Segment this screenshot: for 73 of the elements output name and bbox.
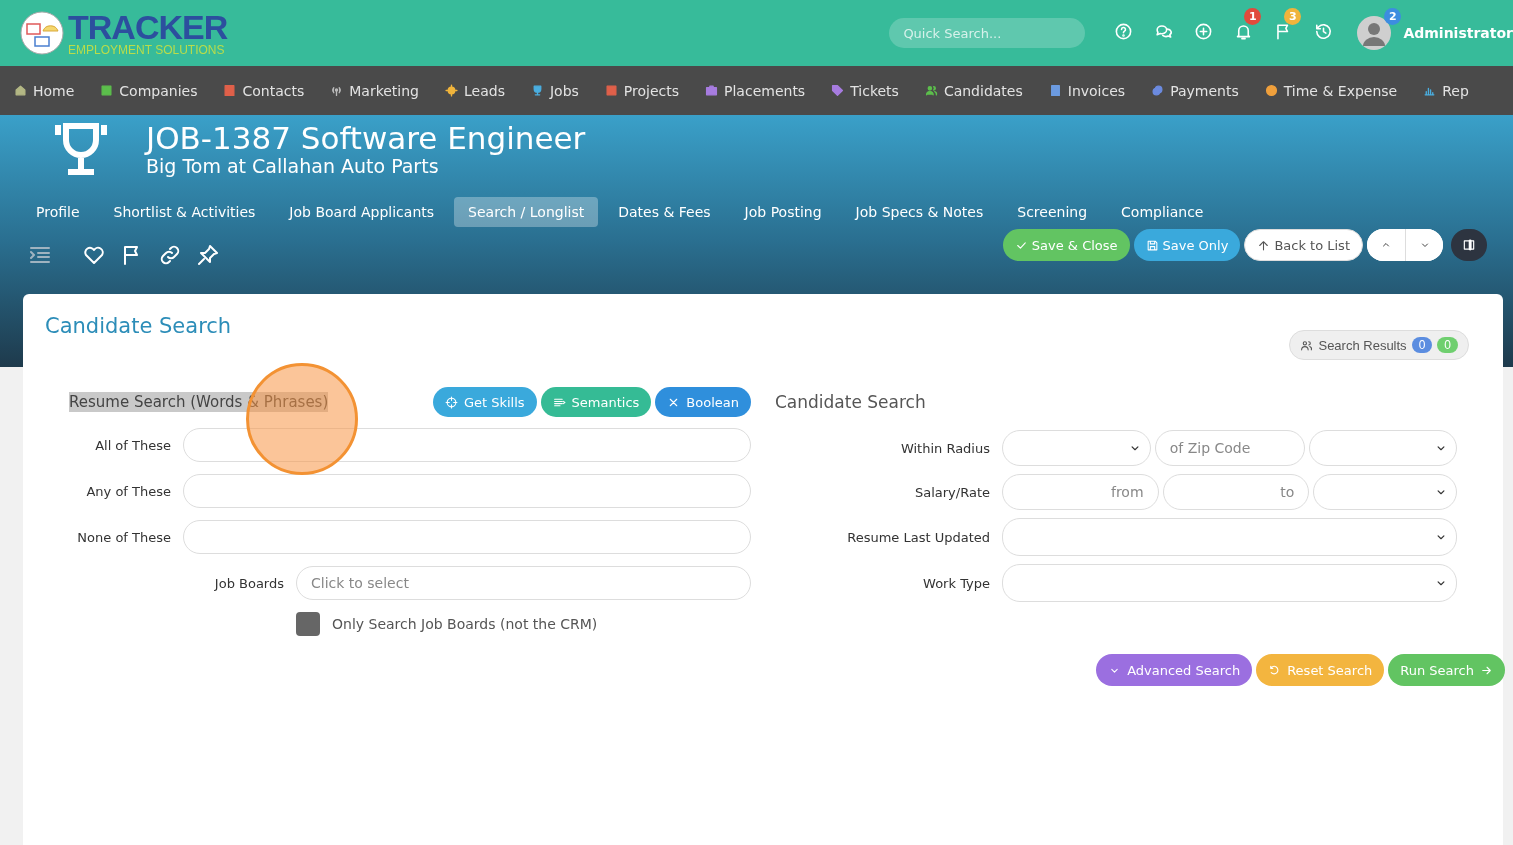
- field-label: Within Radius: [899, 440, 990, 456]
- tool-button[interactable]: Semantics: [540, 387, 652, 417]
- brand-name: TRACKER: [68, 10, 228, 44]
- pin-icon[interactable]: [196, 243, 220, 268]
- salary-field[interactable]: from: [1002, 474, 1159, 510]
- dropdown-field[interactable]: [1002, 518, 1457, 556]
- brand-tagline: EMPLOYMENT SOLUTIONS: [68, 44, 226, 56]
- nav-link[interactable]: Invoices: [1048, 82, 1126, 99]
- tab[interactable]: Shortlist & Activities: [99, 197, 270, 228]
- logo-icon: [20, 11, 64, 55]
- field-label: All of These: [94, 437, 171, 453]
- checkbox-label: Only Search Job Boards (not the CRM): [332, 616, 598, 632]
- search-results-button[interactable]: Search Results 0 0: [1289, 330, 1469, 360]
- dropdown-field[interactable]: [1002, 564, 1457, 602]
- keyword-field[interactable]: [183, 474, 751, 508]
- field-label: None of These: [76, 529, 171, 545]
- user-name[interactable]: Administrator: [1403, 25, 1513, 41]
- nav-link[interactable]: Candidates: [924, 82, 1023, 99]
- section-title: Candidate Search: [775, 392, 927, 414]
- field-label: Resume Last Updated: [846, 529, 990, 545]
- field-label: Salary/Rate: [913, 484, 990, 500]
- dropdown-field[interactable]: [1313, 474, 1457, 510]
- job-boards-field[interactable]: Click to select: [296, 566, 751, 600]
- count-badge: 0: [1411, 337, 1433, 353]
- nav-link[interactable]: Jobs: [530, 82, 579, 99]
- keyword-field[interactable]: [183, 520, 751, 554]
- nav-link[interactable]: Projects: [604, 82, 680, 99]
- nav-link[interactable]: Home: [14, 82, 75, 99]
- tab[interactable]: Job Posting: [730, 197, 836, 228]
- keyword-field[interactable]: [183, 428, 751, 462]
- nav-link[interactable]: Time & Expense: [1264, 82, 1398, 99]
- panel-icon: [1462, 238, 1476, 253]
- tab[interactable]: Compliance: [1107, 197, 1218, 228]
- avatar-icon[interactable]: [1357, 16, 1392, 50]
- crosshair-icon: [444, 395, 458, 409]
- search-action-button[interactable]: Advanced Search: [1096, 654, 1253, 686]
- nav-link[interactable]: Marketing: [330, 82, 419, 99]
- tab[interactable]: Job Specs & Notes: [841, 197, 998, 228]
- dropdown-field[interactable]: [1309, 430, 1457, 466]
- people-icon: [1300, 338, 1314, 352]
- field-label: Any of These: [85, 483, 171, 499]
- zip-code-field[interactable]: of Zip Code: [1154, 430, 1306, 466]
- tab[interactable]: Screening: [1003, 197, 1102, 228]
- tab[interactable]: Dates & Fees: [604, 197, 725, 228]
- count-badge: 1: [1244, 7, 1262, 25]
- job-subtitle: Big Tom at Callahan Auto Parts: [146, 155, 440, 178]
- tool-button[interactable]: Get Skills: [432, 387, 537, 417]
- next-button[interactable]: [1405, 229, 1443, 262]
- count-badge: 2: [1384, 8, 1402, 25]
- nav-link[interactable]: Tickets: [831, 82, 899, 99]
- tab[interactable]: Job Board Applicants: [275, 197, 449, 228]
- dropdown-field[interactable]: [1002, 430, 1151, 466]
- checkbox[interactable]: [296, 612, 320, 636]
- nav-link[interactable]: Rep: [1423, 82, 1469, 99]
- tab[interactable]: Search / Longlist: [454, 197, 599, 228]
- field-label: Work Type: [922, 575, 990, 591]
- back-button[interactable]: Back to List: [1244, 229, 1363, 262]
- card-title: Candidate Search: [45, 314, 232, 340]
- tab[interactable]: Profile: [22, 197, 94, 228]
- save-button[interactable]: Save Only: [1133, 229, 1241, 262]
- job-title: JOB-1387 Software Engineer: [146, 121, 586, 156]
- nav-link[interactable]: Companies: [100, 82, 198, 99]
- nav-link[interactable]: Contacts: [223, 82, 305, 99]
- panel-toggle-button[interactable]: [1451, 229, 1487, 262]
- count-badge: 3: [1284, 7, 1302, 25]
- nav-link[interactable]: Payments: [1151, 82, 1239, 99]
- count-badge: 0: [1437, 337, 1458, 353]
- nav-link[interactable]: Leads: [445, 82, 505, 99]
- nav-link[interactable]: Placements: [705, 82, 806, 99]
- field-label: Job Boards: [213, 575, 284, 591]
- arrow-up-icon: [1257, 238, 1271, 252]
- tool-button[interactable]: Boolean: [655, 387, 751, 417]
- salary-field[interactable]: to: [1162, 474, 1310, 510]
